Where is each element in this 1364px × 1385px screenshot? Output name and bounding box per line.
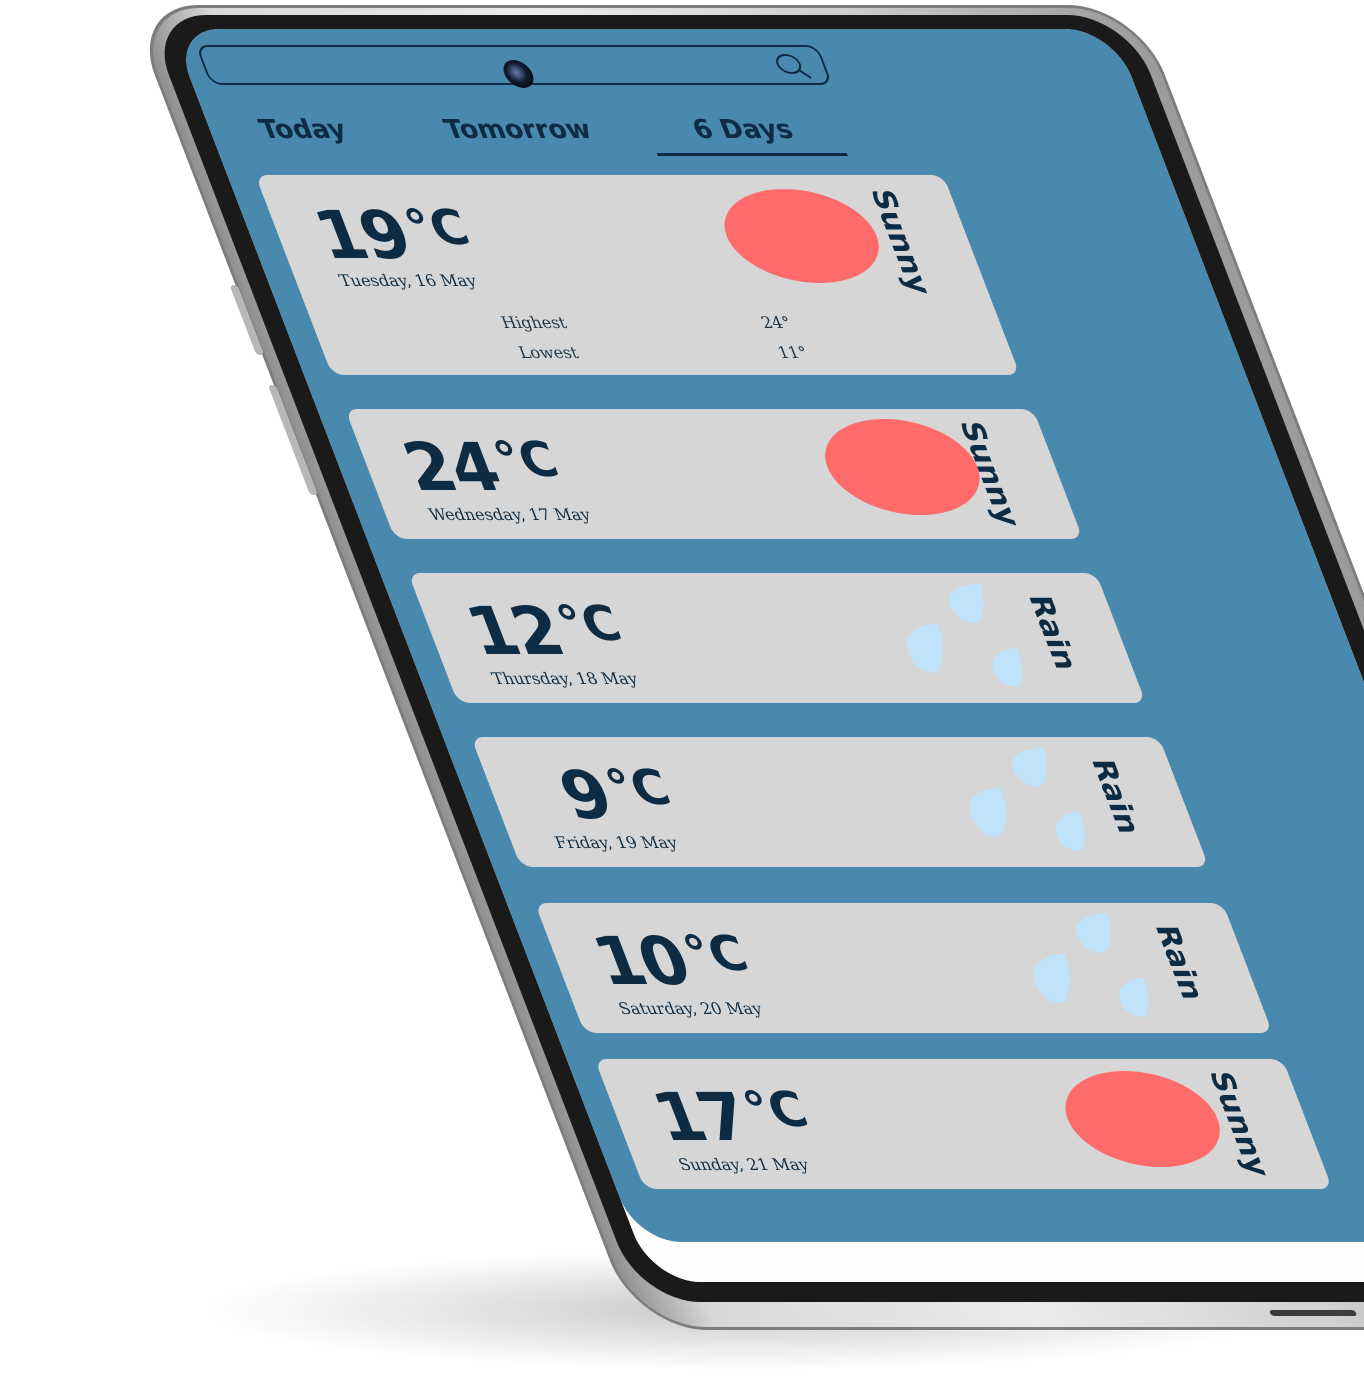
temperature-value: 19°C: [303, 197, 478, 274]
forecast-card[interactable]: 17°C Sunday, 21 May Sunny: [594, 1059, 1333, 1189]
forecast-date: Wednesday, 17 May: [425, 505, 594, 524]
temperature-value: 12°C: [455, 593, 630, 670]
forecast-card[interactable]: 10°C Saturday, 20 May Rain: [534, 903, 1273, 1033]
lowest-label: Lowest: [515, 343, 582, 362]
tab-bar: Today Tomorrow 6 Days: [221, 113, 898, 157]
forecast-card[interactable]: 12°C Thursday, 18 May Rain: [408, 573, 1146, 703]
highest-label: Highest: [498, 313, 570, 332]
forecast-card[interactable]: 9°C Friday, 19 May Rain: [470, 737, 1209, 867]
temperature-value: 17°C: [642, 1079, 817, 1156]
tab-today[interactable]: Today: [221, 113, 386, 153]
temperature-value: 9°C: [548, 757, 679, 834]
forecast-date: Sunday, 21 May: [675, 1155, 812, 1174]
forecast-card-today[interactable]: 19°C Tuesday, 16 May Highest 24° Lowest …: [255, 175, 1021, 375]
temperature-value: 10°C: [582, 923, 757, 1000]
phone-display: Today Tomorrow 6 Days 19°C Tuesday, 16 M…: [171, 29, 1364, 1282]
tab-tomorrow[interactable]: Tomorrow: [406, 113, 631, 153]
phone-bezel: Today Tomorrow 6 Days 19°C Tuesday, 16 M…: [145, 15, 1364, 1302]
sun-icon: [708, 189, 895, 283]
app-screen: Today Tomorrow 6 Days 19°C Tuesday, 16 M…: [171, 29, 1364, 1242]
forecast-card[interactable]: 24°C Wednesday, 17 May Sunny: [345, 409, 1083, 539]
tab-6-days[interactable]: 6 Days: [641, 113, 848, 156]
speaker-grille-left: [1268, 1310, 1358, 1316]
highest-value: 24°: [758, 313, 794, 332]
camera-icon: [499, 60, 538, 88]
phone-device: Today Tomorrow 6 Days 19°C Tuesday, 16 M…: [128, 5, 1364, 1330]
forecast-date: Saturday, 20 May: [615, 999, 766, 1018]
forecast-date: Friday, 19 May: [551, 833, 681, 852]
lowest-value: 11°: [774, 343, 811, 362]
forecast-date: Thursday, 18 May: [488, 669, 641, 688]
forecast-date: Tuesday, 16 May: [336, 271, 480, 290]
search-bar[interactable]: [195, 45, 833, 88]
temperature-value: 24°C: [392, 429, 567, 506]
search-icon[interactable]: [770, 51, 816, 81]
